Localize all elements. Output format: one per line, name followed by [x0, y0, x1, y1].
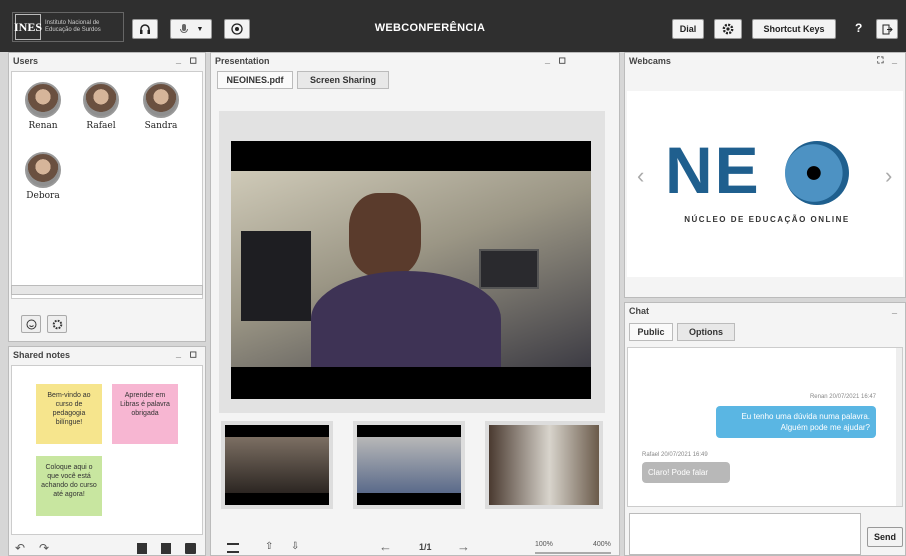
carousel-prev-icon[interactable]: ‹ — [637, 163, 644, 189]
zoom-min-label: 100% — [535, 541, 553, 548]
microphone-dropdown-button[interactable]: ▼ — [170, 19, 212, 39]
chat-messages: Renan 20/07/2021 16:47 Eu tenho uma dúvi… — [627, 347, 903, 507]
shared-notes-panel: Shared notes _ ◻ Bem-vindo ao curso de p… — [8, 346, 206, 556]
gear-icon — [52, 319, 62, 329]
webcams-title: Webcams — [629, 56, 671, 66]
chat-input[interactable] — [629, 513, 861, 555]
panel-window-controls[interactable]: _ ◻ — [176, 349, 200, 360]
panel-window-controls[interactable]: _ — [892, 305, 900, 315]
logo-mark: INES — [14, 14, 42, 40]
next-slide-button[interactable]: → — [457, 539, 470, 554]
align-icon[interactable] — [227, 543, 239, 553]
headset-icon — [140, 24, 150, 34]
webcam-viewport: ‹ › NE NÚCLEO DE EDUCAÇÃO ONLINE — [627, 91, 903, 277]
tab-options[interactable]: Options — [677, 323, 735, 341]
presentation-slide-area — [219, 111, 605, 413]
logout-icon — [882, 24, 893, 34]
export-note-icon[interactable] — [161, 543, 171, 554]
shortcut-keys-button[interactable]: Shortcut Keys — [752, 19, 836, 39]
video-frame — [231, 141, 591, 399]
send-button[interactable]: Send — [867, 527, 903, 547]
camera-equipment — [241, 231, 311, 321]
avatar — [83, 82, 119, 118]
horizontal-scrollbar[interactable] — [11, 285, 203, 295]
chat-message: Eu tenho uma dúvida numa palavra. Alguém… — [716, 406, 876, 438]
logo-subtitle: Instituto Nacional de Educação de Surdos — [45, 20, 101, 33]
top-bar: INES Instituto Nacional de Educação de S… — [0, 0, 906, 52]
avatar — [143, 82, 179, 118]
save-icon[interactable] — [185, 543, 196, 554]
chat-message: Claro! Pode falar — [642, 462, 730, 483]
carousel-next-icon[interactable]: › — [885, 163, 892, 189]
user-name: Rafael — [86, 121, 116, 131]
sticky-note[interactable]: Bem-vindo ao curso de pedagogia bilíngue… — [36, 384, 102, 444]
panel-window-controls[interactable]: _ ◻ — [545, 55, 569, 66]
webcam-thumbnail[interactable] — [485, 421, 603, 509]
users-list: Renan Rafael Sandra Debora — [11, 71, 203, 299]
upload-icon[interactable]: ⇧ — [265, 541, 273, 552]
presenter-body — [311, 271, 501, 367]
monitor — [479, 249, 539, 289]
previous-slide-button[interactable]: ← — [379, 539, 392, 554]
thumbnail-video — [489, 425, 599, 505]
chat-scrollbar[interactable] — [896, 348, 902, 506]
redo-button[interactable]: ↷ — [39, 541, 49, 555]
undo-button[interactable]: ↶ — [15, 541, 25, 555]
neo-logo-text: NE — [665, 133, 761, 207]
user-renan[interactable]: Renan — [18, 82, 68, 131]
webcams-panel: Webcams ⛶ _ ‹ › NE NÚCLEO DE EDUCAÇÃO ON… — [624, 52, 906, 298]
users-panel: Users _ ◻ Renan Rafael Sandra Debora — [8, 52, 206, 342]
help-button[interactable]: ? — [855, 21, 862, 35]
headset-button[interactable] — [132, 19, 158, 39]
gear-icon — [722, 23, 734, 35]
user-name: Renan — [28, 121, 58, 131]
webcam-thumbnail[interactable] — [353, 421, 465, 509]
globe-icon — [785, 141, 849, 205]
thumbnail-video — [357, 437, 461, 493]
logout-button[interactable] — [876, 19, 898, 39]
chat-panel: Chat _ Public Options Renan 20/07/2021 1… — [624, 302, 906, 556]
tab-screen-sharing[interactable]: Screen Sharing — [297, 71, 389, 89]
sticky-note[interactable]: Aprender em Libras é palavra obrigada — [112, 384, 178, 444]
dial-button[interactable]: Dial — [672, 19, 704, 39]
panel-window-controls[interactable]: ⛶ _ — [877, 55, 900, 66]
presentation-panel: Presentation _ ◻ NEOINES.pdf Screen Shar… — [210, 52, 620, 556]
webcam-thumbnail[interactable] — [221, 421, 333, 509]
user-name: Debora — [26, 191, 60, 201]
emoji-icon — [26, 319, 36, 329]
notes-area[interactable]: Bem-vindo ao curso de pedagogia bilíngue… — [11, 365, 203, 535]
chat-title: Chat — [629, 306, 649, 316]
user-debora[interactable]: Debora — [18, 152, 68, 201]
webcam-button[interactable] — [224, 19, 250, 39]
neo-logo-caption: NÚCLEO DE EDUCAÇÃO ONLINE — [684, 215, 850, 224]
chevron-down-icon: ▼ — [196, 25, 204, 33]
user-status-button[interactable] — [21, 315, 41, 333]
user-sandra[interactable]: Sandra — [136, 82, 186, 131]
zoom-slider[interactable] — [535, 552, 611, 554]
avatar — [25, 152, 61, 188]
user-rafael[interactable]: Rafael — [76, 82, 126, 131]
users-settings-button[interactable] — [47, 315, 67, 333]
sticky-note[interactable]: Coloque aqui o que você está achando do … — [36, 456, 102, 516]
app-title: WEBCONFERÊNCIA — [374, 22, 486, 34]
panel-window-controls[interactable]: _ ◻ — [176, 55, 200, 66]
page-indicator: 1/1 — [419, 542, 432, 552]
presenter-head — [349, 193, 421, 277]
tab-neoines-pdf[interactable]: NEOINES.pdf — [217, 71, 293, 89]
user-name: Sandra — [144, 121, 178, 131]
message-meta: Renan 20/07/2021 16:47 — [809, 394, 876, 400]
zoom-max-label: 400% — [593, 541, 611, 548]
ines-logo: INES Instituto Nacional de Educação de S… — [12, 12, 124, 42]
thumbnail-video — [225, 437, 329, 493]
new-note-icon[interactable] — [137, 543, 147, 554]
message-meta: Rafael 20/07/2021 16:49 — [642, 452, 708, 458]
webcam-icon — [231, 23, 243, 35]
avatar — [25, 82, 61, 118]
microphone-icon — [179, 24, 188, 33]
settings-button[interactable] — [714, 19, 742, 39]
download-icon[interactable]: ⇩ — [291, 541, 299, 552]
tab-public[interactable]: Public — [629, 323, 673, 341]
presenter-video — [231, 171, 591, 367]
